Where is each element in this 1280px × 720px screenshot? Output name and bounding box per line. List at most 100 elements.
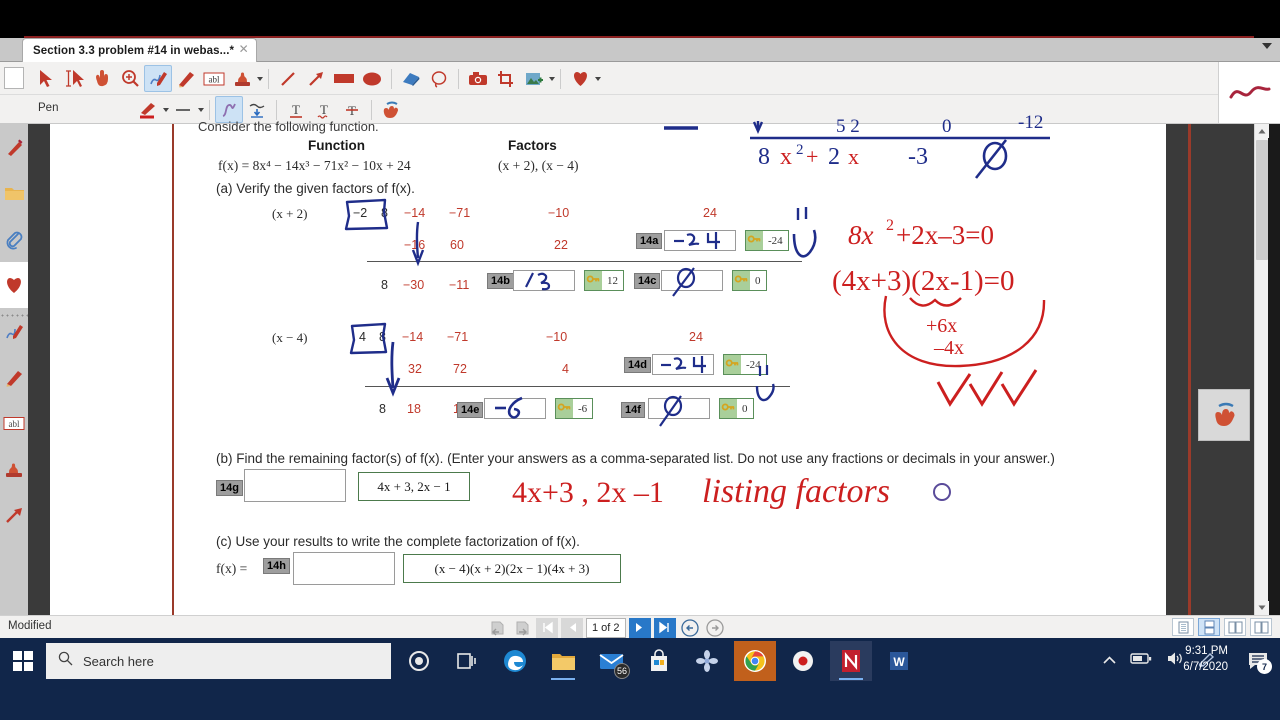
mail-icon[interactable]: 56: [590, 641, 632, 681]
scroll-down-icon[interactable]: [1255, 601, 1269, 615]
volume-icon[interactable]: [1166, 651, 1184, 671]
key-answer-14b[interactable]: 12: [584, 270, 624, 291]
svg-text:–4x: –4x: [933, 337, 964, 359]
back-icon[interactable]: [679, 618, 701, 638]
division1-r1c3: −71: [449, 206, 471, 220]
input-14e[interactable]: [484, 398, 546, 419]
windows-start-icon[interactable]: [8, 646, 38, 676]
heart-icon[interactable]: [566, 65, 594, 92]
chrome-icon[interactable]: [734, 641, 776, 681]
sidebar-item-favorites[interactable]: [0, 262, 28, 308]
arrow-cursor-icon[interactable]: [32, 65, 60, 92]
sidebar-item-folder[interactable]: [0, 170, 28, 216]
document-vertical-scrollbar[interactable]: [1254, 124, 1269, 615]
close-icon[interactable]: ✕: [237, 43, 250, 56]
page-indicator[interactable]: 1 of 2: [586, 617, 626, 638]
stamp-dropdown-caret-icon[interactable]: [257, 76, 263, 81]
rotate-right-icon[interactable]: [511, 618, 533, 638]
key-answer-14e[interactable]: -6: [555, 398, 594, 419]
abl-textbox-icon[interactable]: abl: [200, 65, 228, 92]
eraser-icon[interactable]: [397, 65, 425, 92]
file-explorer-icon[interactable]: [542, 641, 584, 681]
forward-icon[interactable]: [704, 618, 726, 638]
notification-center-icon[interactable]: 7: [1244, 648, 1272, 674]
hand-icon[interactable]: [88, 65, 116, 92]
word-icon[interactable]: W: [878, 641, 920, 681]
toolbar-separator: [209, 99, 210, 120]
sidebar-item-arrow-annotations[interactable]: [0, 492, 28, 538]
arrow-icon[interactable]: [302, 65, 330, 92]
key-icon: [746, 231, 763, 250]
crop-icon[interactable]: [492, 65, 520, 92]
search-input[interactable]: Search here: [46, 643, 391, 679]
show-hidden-icons-caret[interactable]: [1103, 652, 1116, 670]
hand-eraser-icon[interactable]: [377, 96, 405, 123]
cortana-circle-icon[interactable]: [398, 641, 440, 681]
prev-page-icon[interactable]: [561, 617, 583, 638]
filled-rectangle-icon[interactable]: [330, 65, 358, 92]
rotate-left-icon[interactable]: [486, 618, 508, 638]
input-14h[interactable]: [293, 552, 395, 585]
input-14d[interactable]: [652, 354, 714, 375]
stamp-icon[interactable]: [228, 65, 256, 92]
input-14f[interactable]: [648, 398, 710, 419]
page-right-margin-line: [1188, 124, 1191, 615]
column-header-factors: Factors: [508, 138, 557, 153]
photos-icon[interactable]: [686, 641, 728, 681]
battery-icon[interactable]: [1130, 652, 1152, 670]
nitro-icon[interactable]: [830, 641, 872, 681]
store-icon[interactable]: [638, 641, 680, 681]
single-page-view[interactable]: [1172, 618, 1194, 636]
sidebar-item-stamp-annotations[interactable]: [0, 446, 28, 492]
input-14g[interactable]: [244, 469, 346, 502]
sidebar-item-bookmark-pen[interactable]: [0, 124, 28, 170]
filled-ellipse-icon[interactable]: [358, 65, 386, 92]
last-page-icon[interactable]: [653, 617, 676, 638]
new-document-button[interactable]: [4, 67, 24, 89]
hand-tool-floating-button[interactable]: [1198, 389, 1250, 441]
task-view-icon[interactable]: [446, 641, 488, 681]
scroll-up-icon[interactable]: [1255, 124, 1269, 138]
first-page-icon[interactable]: [536, 617, 558, 638]
record-icon[interactable]: [782, 641, 824, 681]
favorites-dropdown-caret-icon[interactable]: [595, 76, 601, 81]
text-cursor-icon[interactable]: [60, 65, 88, 92]
image-icon[interactable]: [520, 65, 548, 92]
sidebar-item-pencil-annotations[interactable]: [0, 354, 28, 400]
taskbar-clock[interactable]: 9:31 PM 6/7/2020: [1183, 643, 1228, 675]
edge-icon[interactable]: [494, 641, 536, 681]
key-answer-14c[interactable]: 0: [732, 270, 767, 291]
field-tag-14a: 14a: [636, 233, 663, 249]
document-tab[interactable]: Section 3.3 problem #14 in webas...* ✕: [22, 38, 258, 62]
input-14a[interactable]: [664, 230, 736, 251]
scroll-thumb[interactable]: [1256, 140, 1268, 260]
division2-factor-label: (x − 4): [272, 330, 308, 345]
input-14b[interactable]: [513, 270, 575, 291]
image-dropdown-caret-icon[interactable]: [549, 76, 555, 81]
toolbar-separator: [458, 68, 459, 89]
sidebar-item-pen-annotations[interactable]: [0, 308, 28, 354]
chevron-down-icon[interactable]: [1262, 43, 1272, 49]
key-answer-14a[interactable]: -24: [745, 230, 789, 251]
svg-text:+: +: [806, 144, 818, 169]
main-toolbar: abl: [0, 62, 1280, 95]
key-answer-14d[interactable]: -24: [723, 354, 767, 375]
magnifier-plus-icon[interactable]: [116, 65, 144, 92]
input-14c[interactable]: [661, 270, 723, 291]
facing-view[interactable]: [1224, 618, 1246, 636]
svg-text:abl: abl: [209, 74, 220, 84]
pen-color-icon[interactable]: [134, 96, 162, 123]
book-view[interactable]: [1250, 618, 1272, 636]
line-width-icon[interactable]: [169, 96, 197, 123]
key-answer-14f[interactable]: 0: [719, 398, 754, 419]
line-width-caret-icon[interactable]: [198, 107, 204, 112]
line-icon[interactable]: [274, 65, 302, 92]
pen-squiggle-icon[interactable]: [144, 65, 172, 92]
next-page-icon[interactable]: [628, 617, 651, 638]
pencil-icon[interactable]: [172, 65, 200, 92]
sidebar-item-textbox-annotations[interactable]: abl: [0, 400, 28, 446]
sidebar-item-attachments[interactable]: [0, 216, 28, 262]
continuous-view[interactable]: [1198, 618, 1220, 636]
lasso-icon[interactable]: [425, 65, 453, 92]
camera-icon[interactable]: [464, 65, 492, 92]
